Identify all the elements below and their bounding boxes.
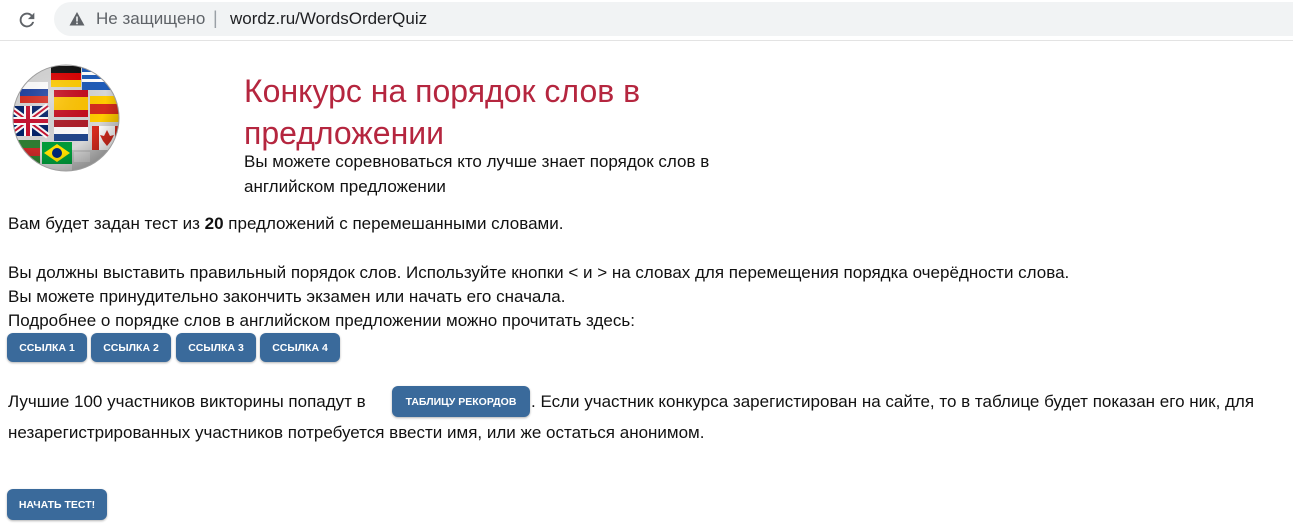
link-1-button[interactable]: ССЫЛКА 1 [7,333,87,362]
flags-globe-logo[interactable] [6,64,124,172]
instructions-line-1: Вы должны выставить правильный порядок с… [8,263,1070,282]
link-4-button[interactable]: ССЫЛКА 4 [260,333,340,362]
page-title: Конкурс на порядок слов в предложении [244,73,641,151]
question-count: 20 [204,214,224,233]
link-2-button[interactable]: ССЫЛКА 2 [91,333,171,362]
records-table-button[interactable]: ТАБЛИЦУ РЕКОРДОВ [392,386,530,417]
link-3-button[interactable]: ССЫЛКА 3 [176,333,256,362]
page-subtitle: Вы можете соревноваться кто лучше знает … [244,152,710,196]
url-text[interactable]: wordz.ru/WordsOrderQuiz [230,9,427,29]
records-line-2: незарегистрированных участников потребуе… [8,423,705,442]
url-separator: | [213,8,218,28]
warning-icon [69,12,85,26]
address-bar[interactable]: Не защищено | wordz.ru/WordsOrderQuiz [54,2,1293,36]
reload-icon[interactable] [16,9,38,31]
browser-toolbar: Не защищено | wordz.ru/WordsOrderQuiz [0,0,1293,41]
security-status[interactable]: Не защищено [96,9,205,29]
records-prefix: Лучшие 100 участников викторины попадут … [8,392,366,411]
start-test-button[interactable]: НАЧАТЬ ТЕСТ! [7,489,107,520]
instructions-line-3: Подробнее о порядке слов в английском пр… [8,311,635,330]
instructions-line-2: Вы можете принудительно закончить экзаме… [8,287,566,306]
intro-paragraph: Вам будет задан тест из 20 предложений с… [8,214,563,234]
records-suffix: . Если участник конкурса зарегистирован … [531,392,1255,411]
intro-suffix: предложений с перемешанными словами. [223,214,564,233]
intro-prefix: Вам будет задан тест из [8,214,205,233]
